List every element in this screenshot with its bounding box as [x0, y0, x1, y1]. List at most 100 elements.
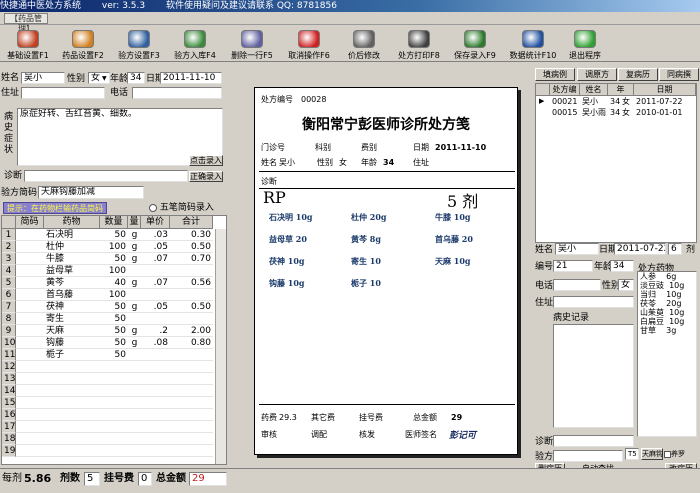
table-row[interactable]: 2 杜仲 100 g .05 0.50 [2, 241, 226, 253]
click-enter-button[interactable]: 点击录入 [189, 155, 223, 166]
history-row[interactable]: ▶ 00021 吴小 34 女 2011-07-22 [536, 96, 696, 107]
r-rx-select-button[interactable]: 天麻钩 [641, 448, 663, 460]
five-stroke-radio[interactable]: 五笔简码录入 [149, 202, 214, 214]
reg-field[interactable]: 0 [138, 472, 152, 486]
grid-scrollbar[interactable] [215, 229, 226, 464]
table-row[interactable]: 19 [2, 445, 226, 457]
r-rx-label: 验方 [535, 452, 554, 462]
name-field[interactable]: 吴小 [21, 72, 65, 84]
age-field[interactable]: 34 [127, 72, 145, 84]
sex-select[interactable]: 女 ▼ [88, 72, 110, 84]
r-diagnosis-label: 诊断 [535, 437, 554, 447]
cancel-icon [298, 30, 320, 48]
table-cell-drug [44, 433, 100, 445]
table-row[interactable]: 8 寄生 50 [2, 313, 226, 325]
table-cell-unit [128, 433, 141, 445]
table-row[interactable]: 6 首乌藤 100 [2, 289, 226, 301]
table-row[interactable]: 4 益母草 100 [2, 265, 226, 277]
paper-total-label: 总金额 [413, 413, 437, 422]
r-rx-field[interactable] [553, 450, 623, 462]
table-cell-code [16, 361, 44, 373]
table-row[interactable]: 13 [2, 373, 226, 385]
paper-dept-label: 科别 [315, 143, 331, 152]
table-cell-unit [128, 385, 141, 397]
r-diagnosis-field[interactable] [553, 435, 634, 447]
toolbar-button-4[interactable]: 验方入库F4 [167, 27, 223, 61]
table-cell-qty: 50 [100, 325, 128, 337]
right-tab-1[interactable]: 填病例 [535, 68, 575, 81]
table-cell-no: 2 [2, 241, 16, 253]
doses-field[interactable]: 5 [84, 472, 100, 486]
table-cell-total [170, 445, 213, 457]
toolbar-button-1[interactable]: 基础设置F1 [1, 27, 55, 61]
rx-name-field[interactable]: 天麻钩藤加减 [38, 186, 144, 199]
table-row[interactable]: 16 [2, 409, 226, 421]
toolbar-button-6[interactable]: 取消操作F6 [281, 27, 337, 61]
table-cell-qty: 50 [100, 253, 128, 265]
r-no-field[interactable]: 21 [553, 260, 593, 272]
date-field[interactable]: 2011-11-10 [160, 72, 222, 84]
r-rx-code[interactable]: T5 [625, 448, 639, 460]
table-cell-no: 5 [2, 277, 16, 289]
table-cell-price [141, 445, 170, 457]
table-row[interactable]: 1 石决明 50 g .03 0.30 [2, 229, 226, 241]
table-cell-code [16, 277, 44, 289]
address-field[interactable] [21, 87, 105, 99]
paper-no: 00028 [301, 95, 327, 104]
r-records-textarea[interactable] [553, 324, 634, 428]
table-row[interactable]: 15 [2, 397, 226, 409]
table-cell-drug: 栀子 [44, 349, 100, 361]
table-row[interactable]: 12 [2, 361, 226, 373]
table-row[interactable]: 9 天麻 50 g .2 2.00 [2, 325, 226, 337]
r-phone-field[interactable] [553, 279, 601, 291]
right-tab-4[interactable]: 同病撰 [659, 68, 699, 81]
table-cell-price: .2 [141, 325, 170, 337]
table-row[interactable]: 10 钩藤 50 g .08 0.80 [2, 337, 226, 349]
r-dose-field[interactable]: 6 [668, 243, 682, 255]
confirm-enter-button[interactable]: 正确录入 [189, 171, 223, 182]
table-cell-unit: g [128, 301, 141, 313]
table-row[interactable]: 11 栀子 50 [2, 349, 226, 361]
r-addr-field[interactable] [553, 296, 634, 308]
table-row[interactable]: 7 茯神 50 g .05 0.50 [2, 301, 226, 313]
table-row[interactable]: 14 [2, 385, 226, 397]
toolbar-button-7[interactable]: 价后修改 [339, 27, 389, 61]
table-row[interactable]: 3 牛膝 50 g .07 0.70 [2, 253, 226, 265]
r-age-field[interactable]: 34 [610, 260, 634, 272]
paper-herb-item: 首乌藤 20 [435, 234, 473, 244]
toolbar-button-8[interactable]: 处方打印F8 [392, 27, 446, 61]
phone-field[interactable] [132, 87, 222, 99]
toolbar-button-2[interactable]: 药品设置F2 [56, 27, 110, 61]
table-cell-drug [44, 445, 100, 457]
table-row[interactable]: 17 [2, 421, 226, 433]
table-row[interactable]: 18 [2, 433, 226, 445]
toolbar-button-label: 删除一行F5 [231, 51, 273, 60]
r-sex-field[interactable]: 女 [618, 279, 634, 291]
right-tab-3[interactable]: 复病历 [618, 68, 658, 81]
r-name-field[interactable]: 吴小 [555, 243, 599, 255]
r-drug-item: 白扁豆 10g [640, 317, 685, 326]
toolbar-button-9[interactable]: 保存录入F9 [448, 27, 502, 61]
table-row[interactable]: 5 黄芩 40 g .07 0.56 [2, 277, 226, 289]
history-row[interactable]: 00015 吴小雨 34 女 2010-01-01 [536, 107, 696, 118]
toolbar-button-11[interactable]: 退出程序 [563, 27, 607, 61]
right-tab-2[interactable]: 调原方 [577, 68, 617, 81]
toolbar-button-3[interactable]: 验方设置F3 [112, 27, 166, 61]
chevron-down-icon: ▼ [102, 75, 107, 82]
total-field[interactable]: 29 [189, 472, 227, 486]
r-date-field[interactable]: 2011-07-22 [614, 243, 666, 255]
toolbar-button-10[interactable]: 数据统计F10 [505, 27, 561, 61]
table-cell-total [170, 385, 213, 397]
diagnosis-field[interactable] [24, 170, 188, 182]
rgrid-header-age: 年 [608, 84, 634, 96]
toolbar-button-5[interactable]: 删除一行F5 [225, 27, 279, 61]
table-cell-total [170, 397, 213, 409]
table-cell-qty: 100 [100, 241, 128, 253]
table-cell-code [16, 289, 44, 301]
history-cell-age: 34 [610, 97, 621, 106]
paper-herb-item: 钩藤 10g [269, 278, 305, 288]
table-cell-unit [128, 349, 141, 361]
r-rx-checkbox[interactable]: 养罗 [664, 448, 685, 460]
table-cell-drug: 首乌藤 [44, 289, 100, 301]
table-cell-drug: 钩藤 [44, 337, 100, 349]
